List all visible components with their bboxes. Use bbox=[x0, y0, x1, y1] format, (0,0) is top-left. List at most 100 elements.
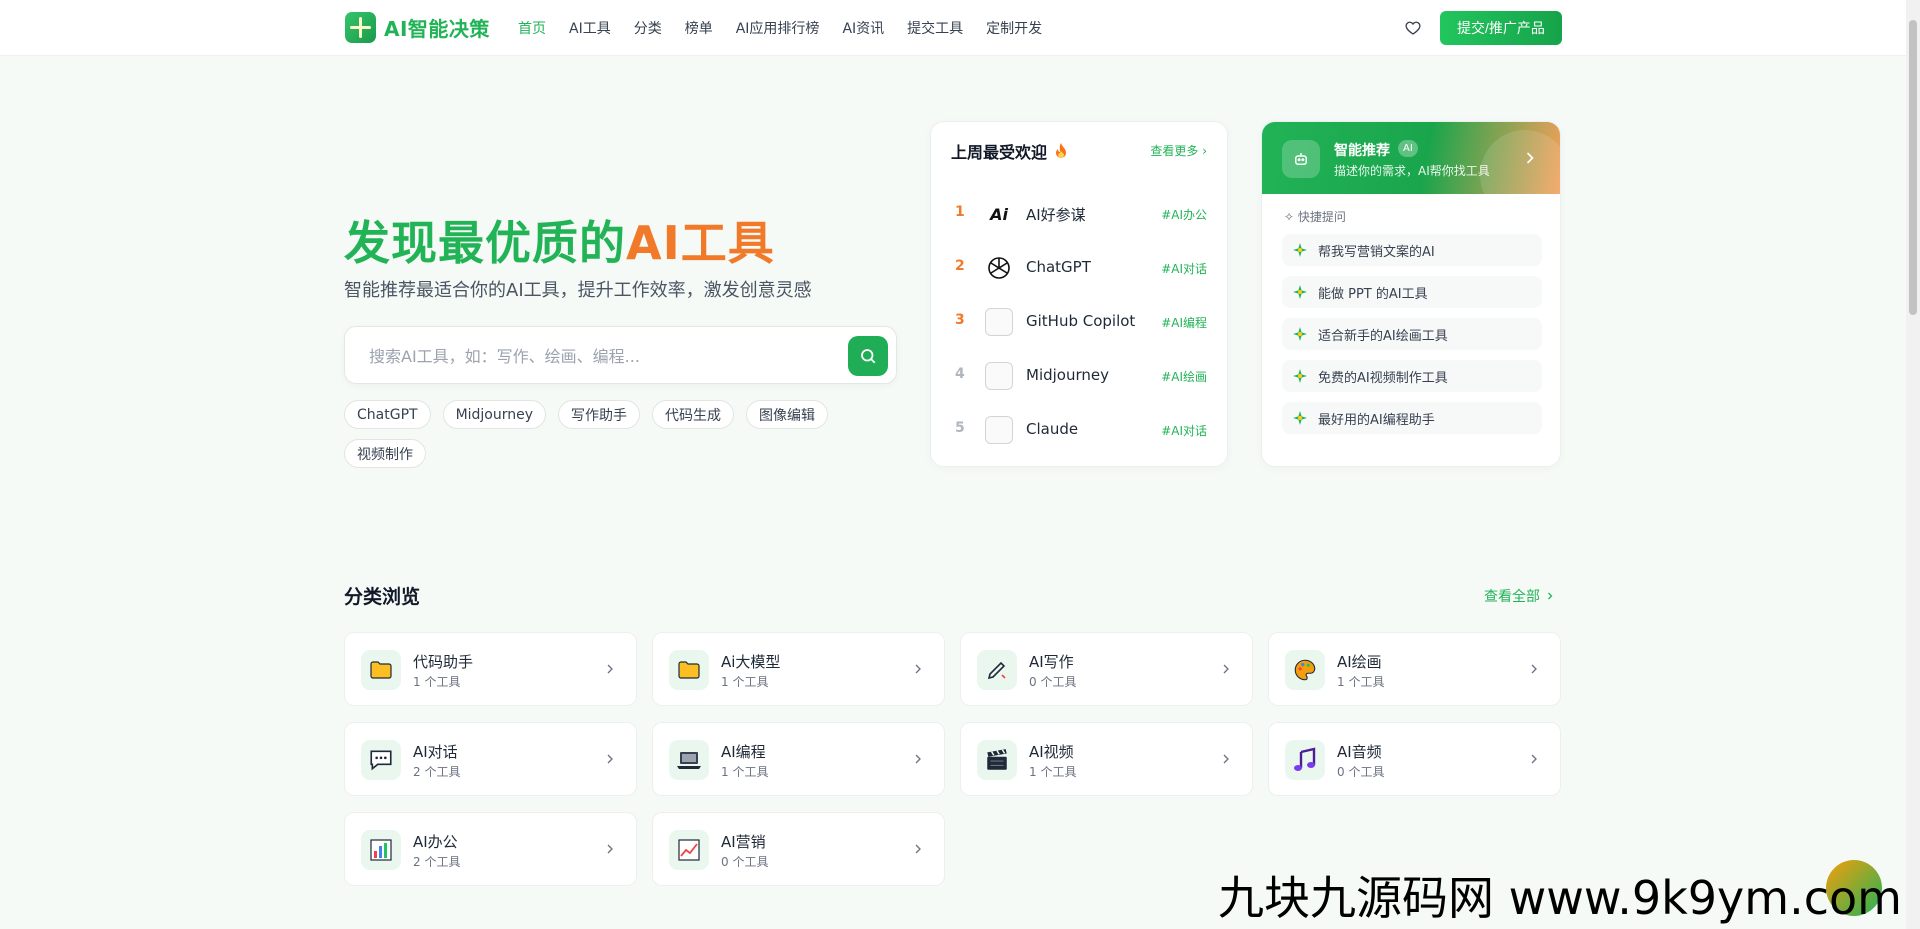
popular-title: 上周最受欢迎 bbox=[951, 143, 1048, 162]
chevron-right-icon bbox=[1531, 664, 1537, 674]
category-count: 2 个工具 bbox=[413, 765, 461, 779]
trend-chart-icon bbox=[669, 830, 709, 870]
category-name: Ai大模型 bbox=[721, 653, 781, 671]
category-name: AI绘画 bbox=[1337, 653, 1382, 671]
category-card-ai-painting[interactable]: AI绘画 1 个工具 bbox=[1268, 632, 1561, 706]
rank-row[interactable]: 5 Claude #AI对话 bbox=[931, 402, 1227, 456]
hero-title: 发现最优质的AI工具 bbox=[344, 207, 775, 273]
chevron-right-icon bbox=[607, 844, 613, 854]
nav-home[interactable]: 首页 bbox=[518, 18, 546, 38]
category-card-ai-chat[interactable]: AI对话 2 个工具 bbox=[344, 722, 637, 796]
search-button[interactable] bbox=[848, 336, 888, 376]
chevron-right-icon bbox=[1223, 664, 1229, 674]
hero-title-accent: AI工具 bbox=[626, 216, 775, 270]
category-name: 代码助手 bbox=[413, 653, 474, 671]
quick-question-text: 适合新手的AI绘画工具 bbox=[1318, 328, 1448, 344]
bar-chart-icon bbox=[361, 830, 401, 870]
category-name: AI对话 bbox=[413, 743, 458, 761]
quick-question-text: 能做 PPT 的AI工具 bbox=[1318, 286, 1428, 302]
pen-icon bbox=[977, 650, 1017, 690]
quick-question-item[interactable]: 能做 PPT 的AI工具 bbox=[1282, 276, 1542, 308]
tag-image-editing[interactable]: 图像编辑 bbox=[746, 400, 829, 429]
tag-writing-assistant[interactable]: 写作助手 bbox=[558, 400, 641, 429]
category-name: AI写作 bbox=[1029, 653, 1074, 671]
watermark-text: 九块九源码网 www.9k9ym.com bbox=[1218, 871, 1902, 925]
rank-number: 1 bbox=[955, 204, 965, 220]
nav-categories[interactable]: 分类 bbox=[634, 18, 662, 38]
quick-question-text: 帮我写营销文案的AI bbox=[1318, 244, 1435, 260]
tag-chatgpt[interactable]: ChatGPT bbox=[344, 400, 431, 429]
logo-icon bbox=[345, 12, 376, 43]
nav-ai-news[interactable]: AI资讯 bbox=[842, 18, 884, 38]
submit-promote-button[interactable]: 提交/推广产品 bbox=[1440, 11, 1562, 45]
heart-icon[interactable] bbox=[1402, 17, 1424, 39]
category-name: AI办公 bbox=[413, 833, 458, 851]
view-all-link[interactable]: 查看全部 bbox=[1484, 586, 1556, 606]
logo[interactable]: AI智能决策 bbox=[345, 12, 490, 43]
logo-text: AI智能决策 bbox=[384, 17, 490, 41]
popular-more-link[interactable]: 查看更多 › bbox=[1150, 142, 1207, 159]
rank-tag[interactable]: #AI对话 bbox=[1161, 422, 1207, 439]
rank-row[interactable]: 4 Midjourney #AI绘画 bbox=[931, 348, 1227, 402]
hot-tags: ChatGPT Midjourney 写作助手 代码生成 图像编辑 视频制作 bbox=[344, 400, 844, 468]
nav-app-rankings[interactable]: AI应用排行榜 bbox=[736, 18, 820, 38]
search-input[interactable] bbox=[369, 344, 809, 368]
rank-row[interactable]: 2 ChatGPT #AI对话 bbox=[931, 240, 1227, 294]
smart-description: 描述你的需求，AI帮你找工具 bbox=[1334, 164, 1490, 178]
quick-question-item[interactable]: 免费的AI视频制作工具 bbox=[1282, 360, 1542, 392]
category-count: 2 个工具 bbox=[413, 855, 461, 869]
clapper-icon bbox=[977, 740, 1017, 780]
category-name: AI音频 bbox=[1337, 743, 1382, 761]
quick-question-item[interactable]: 最好用的AI编程助手 bbox=[1282, 402, 1542, 434]
nav-custom-dev[interactable]: 定制开发 bbox=[986, 18, 1042, 38]
main-nav: 首页 AI工具 分类 榜单 AI应用排行榜 AI资讯 提交工具 定制开发 bbox=[518, 18, 1042, 38]
popular-header: 上周最受欢迎 bbox=[951, 139, 1069, 163]
rank-tag[interactable]: #AI办公 bbox=[1161, 206, 1207, 223]
category-card-code-assistant[interactable]: 代码助手 1 个工具 bbox=[344, 632, 637, 706]
category-card-ai-video[interactable]: AI视频 1 个工具 bbox=[960, 722, 1253, 796]
category-name: AI视频 bbox=[1029, 743, 1074, 761]
quick-question-item[interactable]: 帮我写营销文案的AI bbox=[1282, 234, 1542, 266]
rank-tag[interactable]: #AI编程 bbox=[1161, 314, 1207, 331]
tag-code-generation[interactable]: 代码生成 bbox=[652, 400, 735, 429]
chevron-right-icon bbox=[607, 754, 613, 764]
sparkle-icon bbox=[1292, 326, 1308, 342]
category-count: 1 个工具 bbox=[1029, 765, 1077, 779]
rank-tag[interactable]: #AI绘画 bbox=[1161, 368, 1207, 385]
tag-video-making[interactable]: 视频制作 bbox=[344, 439, 426, 468]
nav-submit-tool[interactable]: 提交工具 bbox=[907, 18, 963, 38]
quick-questions-list: 帮我写营销文案的AI 能做 PPT 的AI工具 适合新手的AI绘画工具 免费的A… bbox=[1282, 234, 1542, 434]
category-card-large-model[interactable]: Ai大模型 1 个工具 bbox=[652, 632, 945, 706]
search-box bbox=[344, 326, 897, 384]
rank-tag[interactable]: #AI对话 bbox=[1161, 260, 1207, 277]
category-card-ai-coding[interactable]: AI编程 1 个工具 bbox=[652, 722, 945, 796]
category-count: 0 个工具 bbox=[1029, 675, 1077, 689]
chevron-right-icon bbox=[915, 844, 921, 854]
hero-subtitle: 智能推荐最适合你的AI工具，提升工作效率，激发创意灵感 bbox=[344, 280, 812, 301]
tag-midjourney[interactable]: Midjourney bbox=[442, 400, 547, 429]
category-card-ai-writing[interactable]: AI写作 0 个工具 bbox=[960, 632, 1253, 706]
rank-name: GitHub Copilot bbox=[1026, 312, 1136, 330]
rank-name: Midjourney bbox=[1026, 366, 1109, 384]
palette-icon bbox=[1285, 650, 1325, 690]
page-scrollbar[interactable] bbox=[1906, 0, 1920, 929]
broken-image-icon bbox=[985, 362, 1013, 390]
category-count: 1 个工具 bbox=[721, 675, 769, 689]
category-card-ai-audio[interactable]: AI音频 0 个工具 bbox=[1268, 722, 1561, 796]
rank-row[interactable]: 3 GitHub Copilot #AI编程 bbox=[931, 294, 1227, 348]
chevron-right-icon bbox=[1531, 754, 1537, 764]
quick-question-item[interactable]: 适合新手的AI绘画工具 bbox=[1282, 318, 1542, 350]
scrollbar-thumb[interactable] bbox=[1909, 20, 1917, 315]
rank-row[interactable]: 1 Ai AI好参谋 #AI办公 bbox=[931, 186, 1227, 240]
nav-ai-tools[interactable]: AI工具 bbox=[569, 18, 611, 38]
smart-recommend-header[interactable]: 智能推荐 AI 描述你的需求，AI帮你找工具 bbox=[1262, 122, 1560, 220]
view-all-label: 查看全部 bbox=[1484, 589, 1540, 605]
nav-rankings[interactable]: 榜单 bbox=[685, 18, 713, 38]
category-card-ai-office[interactable]: AI办公 2 个工具 bbox=[344, 812, 637, 886]
folder-icon bbox=[669, 650, 709, 690]
robot-icon bbox=[1282, 140, 1320, 178]
chevron-right-icon[interactable] bbox=[1520, 148, 1540, 168]
sparkle-icon bbox=[1292, 242, 1308, 258]
broken-image-icon bbox=[985, 308, 1013, 336]
category-card-ai-marketing[interactable]: AI营销 0 个工具 bbox=[652, 812, 945, 886]
